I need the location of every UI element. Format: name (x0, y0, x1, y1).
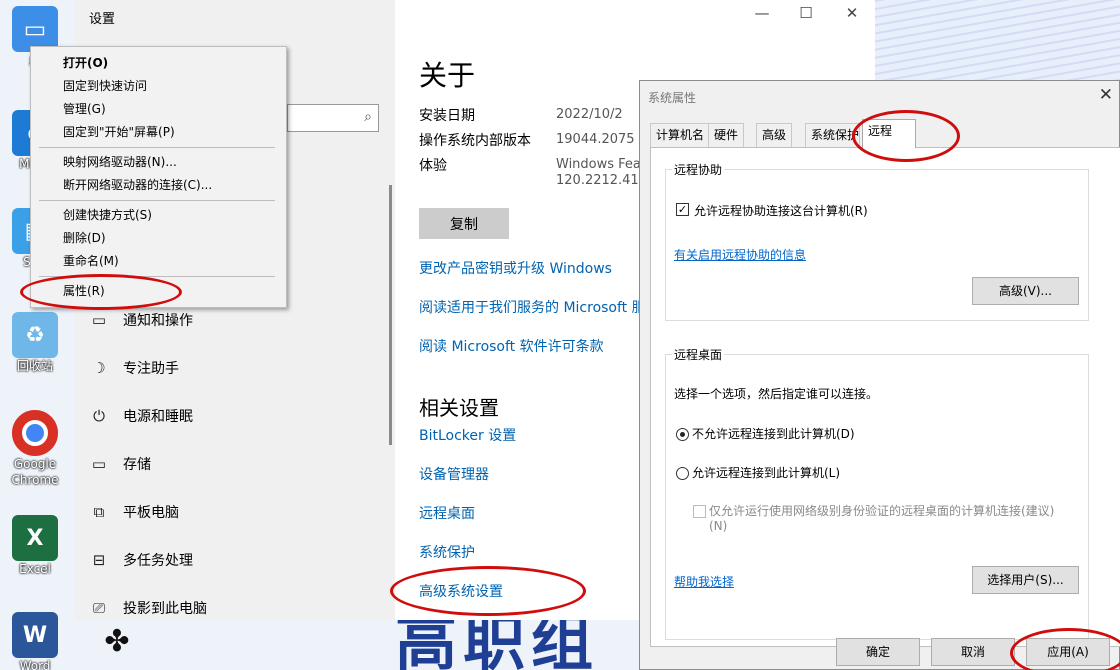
remote-tab-panel: 远程协助 ✓ 允许远程协助连接这台计算机(R) 有关启用远程协助的信息 高级(V… (650, 147, 1120, 647)
menu-separator (39, 147, 275, 148)
dialog-title: 系统属性 (648, 91, 697, 105)
link-license-terms[interactable]: 阅读 Microsoft 软件许可条款 (419, 336, 604, 356)
menu-separator (39, 200, 275, 201)
advanced-button[interactable]: 高级(V)... (972, 277, 1079, 305)
search-input[interactable]: ⌕ (287, 104, 379, 132)
moon-icon: ☽ (92, 359, 106, 377)
allow-remote-radio[interactable] (676, 467, 689, 480)
allow-remote-assistance-label[interactable]: 允许远程协助连接这台计算机(R) (694, 202, 868, 219)
close-button[interactable]: ✕ (832, 4, 872, 22)
ok-button[interactable]: 确定 (836, 638, 920, 666)
field-value-experience: Windows Feat 120.2212.4180 (556, 157, 640, 188)
related-settings-heading: 相关设置 (419, 396, 499, 420)
window-title: 设置 (89, 12, 116, 27)
tab-remote[interactable]: 远程 (862, 119, 916, 148)
desktop-icon-recycle-bin[interactable]: ♻ 回收站 (0, 312, 70, 374)
deny-remote-radio[interactable] (676, 428, 689, 441)
link-device-manager[interactable]: 设备管理器 (419, 464, 489, 484)
menu-item-open[interactable]: 打开(O) (63, 54, 108, 72)
remote-assistance-group: 远程协助 ✓ 允许远程协助连接这台计算机(R) 有关启用远程协助的信息 高级(V… (665, 161, 1089, 321)
multitask-icon: ⊟ (92, 551, 106, 569)
link-system-protection[interactable]: 系统保护 (419, 542, 475, 562)
sidebar-item-storage[interactable]: ▭ 存储 (89, 452, 151, 476)
sidebar-item-tablet[interactable]: ⧉ 平板电脑 (89, 500, 179, 524)
sidebar-item-project[interactable]: ⎚ 投影到此电脑 (89, 596, 207, 620)
remote-desktop-instruction: 选择一个选项，然后指定谁可以连接。 (674, 387, 879, 401)
desktop-icon-chrome[interactable]: Google Chrome (0, 410, 70, 488)
nla-label-shortcut: (N) (709, 519, 728, 533)
field-label-os-build: 操作系统内部版本 (419, 133, 531, 149)
page-title: 关于 (419, 59, 476, 92)
link-microsoft-services[interactable]: 阅读适用于我们服务的 Microsoft 服 (419, 297, 641, 317)
link-advanced-system-settings[interactable]: 高级系统设置 (419, 581, 503, 601)
sidebar-scrollbar[interactable] (389, 185, 392, 445)
sidebar-item-focus-assist[interactable]: ☽ 专注助手 (89, 356, 179, 380)
system-properties-dialog: 系统属性 ✕ 计算机名 硬件 高级 系统保护 远程 远程协助 ✓ 允许远程协助连… (639, 80, 1120, 670)
wallpaper-stripes (840, 0, 1120, 90)
remote-assistance-title: 远程协助 (672, 161, 725, 178)
menu-item-create-shortcut[interactable]: 创建快捷方式(S) (63, 206, 152, 224)
search-icon: ⌕ (364, 109, 372, 125)
sidebar-item-power-sleep[interactable]: ⏻ 电源和睡眠 (89, 404, 193, 428)
menu-item-map-drive[interactable]: 映射网络驱动器(N)... (63, 153, 177, 171)
menu-item-properties[interactable]: 属性(R) (63, 282, 105, 300)
field-value-install-date: 2022/10/2 (556, 107, 623, 122)
sidebar-item-multitasking[interactable]: ⊟ 多任务处理 (89, 548, 193, 572)
tab-advanced[interactable]: 高级 (756, 123, 793, 147)
select-users-button[interactable]: 选择用户(S)... (972, 566, 1079, 594)
context-menu: 打开(O) 固定到快速访问 管理(G) 固定到"开始"屏幕(P) 映射网络驱动器… (30, 46, 287, 308)
tab-computer-name[interactable]: 计算机名 (650, 123, 711, 147)
menu-item-manage[interactable]: 管理(G) (63, 100, 106, 118)
nla-checkbox[interactable] (693, 505, 706, 518)
desktop-icon-excel[interactable]: X Excel (0, 515, 70, 577)
menu-item-pin-quick-access[interactable]: 固定到快速访问 (63, 77, 147, 95)
menu-item-disconnect-drive[interactable]: 断开网络驱动器的连接(C)... (63, 176, 212, 194)
word-icon: W (12, 612, 58, 658)
allow-remote-assistance-checkbox[interactable]: ✓ (676, 203, 689, 216)
desktop-icon-word[interactable]: W Word (0, 612, 70, 670)
allow-remote-label[interactable]: 允许远程连接到此计算机(L) (692, 464, 840, 481)
menu-item-delete[interactable]: 删除(D) (63, 229, 106, 247)
deny-remote-label[interactable]: 不允许远程连接到此计算机(D) (692, 425, 855, 442)
copy-button[interactable]: 复制 (419, 208, 509, 239)
menu-item-pin-start[interactable]: 固定到"开始"屏幕(P) (63, 123, 175, 141)
excel-icon: X (12, 515, 58, 561)
dialog-close-icon[interactable]: ✕ (1099, 85, 1113, 105)
recycle-bin-icon: ♻ (12, 312, 58, 358)
chrome-icon (12, 410, 58, 456)
help-me-choose-link[interactable]: 帮助我选择 (674, 573, 734, 590)
power-icon: ⏻ (93, 407, 105, 425)
cancel-button[interactable]: 取消 (931, 638, 1015, 666)
maximize-button[interactable]: ☐ (786, 4, 826, 22)
notification-icon: ▭ (91, 311, 107, 329)
field-label-experience: 体验 (419, 158, 447, 174)
sidebar-item-notifications[interactable]: ▭ 通知和操作 (89, 308, 193, 332)
menu-item-rename[interactable]: 重命名(M) (63, 252, 119, 270)
project-icon: ⎚ (92, 599, 105, 617)
link-bitlocker[interactable]: BitLocker 设置 (419, 425, 516, 445)
apply-button[interactable]: 应用(A) (1026, 638, 1110, 666)
minimize-button[interactable]: — (742, 4, 782, 22)
desktop-icon-app2[interactable]: ✤ (82, 618, 152, 664)
field-label-install-date: 安装日期 (419, 108, 475, 124)
remote-assistance-info-link[interactable]: 有关启用远程协助的信息 (674, 246, 806, 263)
remote-desktop-title: 远程桌面 (672, 346, 725, 363)
remote-desktop-group: 远程桌面 选择一个选项，然后指定谁可以连接。 不允许远程连接到此计算机(D) 允… (665, 346, 1089, 640)
link-change-product-key[interactable]: 更改产品密钥或升级 Windows (419, 258, 612, 278)
app-shortcut-icon: ✤ (104, 623, 130, 659)
field-value-os-build: 19044.2075 (556, 132, 635, 147)
tablet-icon: ⧉ (93, 503, 105, 521)
wallpaper-banner-text: 高职组 (395, 606, 600, 670)
storage-icon: ▭ (91, 455, 107, 473)
nla-label: 仅允许运行使用网络级别身份验证的远程桌面的计算机连接(建议) (709, 504, 1055, 518)
link-remote-desktop[interactable]: 远程桌面 (419, 503, 475, 523)
tab-hardware[interactable]: 硬件 (708, 123, 745, 147)
menu-separator (39, 276, 275, 277)
tab-system-protection[interactable]: 系统保护 (805, 123, 860, 147)
